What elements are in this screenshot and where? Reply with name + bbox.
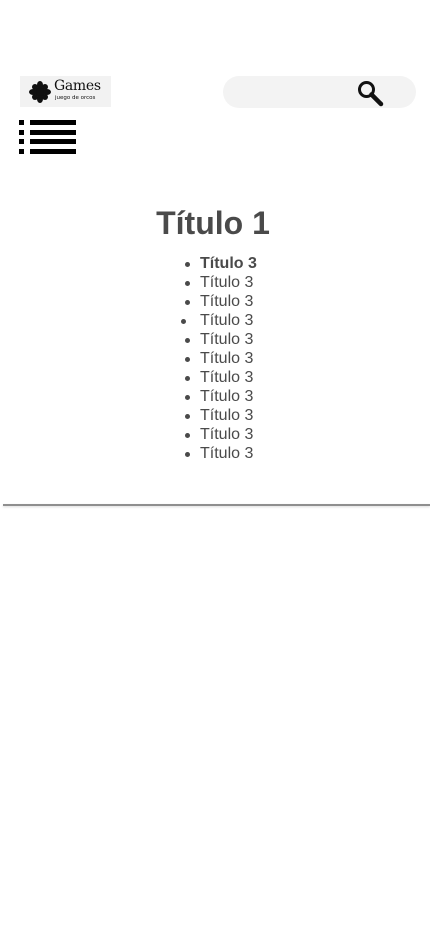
brand-logo[interactable]: Games juego de orcos <box>20 76 111 107</box>
list-item-label: Título 3 <box>200 255 257 272</box>
bullet <box>181 319 186 324</box>
list-item[interactable]: Título 3 <box>0 406 430 425</box>
bullet <box>185 262 190 267</box>
bullet <box>185 433 190 438</box>
bullet <box>185 357 190 362</box>
list-item-label: Título 3 <box>200 274 254 291</box>
title-list: Título 3 Título 3 Título 3 Título 3 Títu… <box>0 254 430 463</box>
bullet <box>185 281 190 286</box>
list-item-label: Título 3 <box>200 445 254 462</box>
page: Games juego de orcos Título 1 Título 3 T… <box>0 0 430 932</box>
list-item[interactable]: Título 3 <box>0 330 430 349</box>
list-item[interactable]: Título 3 <box>0 387 430 406</box>
list-item[interactable]: Título 3 <box>0 349 430 368</box>
list-item[interactable]: Título 3 <box>0 311 430 330</box>
list-item[interactable]: Título 3 <box>0 292 430 311</box>
list-item-label: Título 3 <box>200 312 254 329</box>
list-item-label: Título 3 <box>200 331 254 348</box>
bullet <box>185 300 190 305</box>
list-item[interactable]: Título 3 <box>0 425 430 444</box>
list-item-label: Título 3 <box>200 350 254 367</box>
list-item-label: Título 3 <box>200 388 254 405</box>
list-item[interactable]: Título 3 <box>0 444 430 463</box>
divider <box>3 504 430 506</box>
bullet <box>185 376 190 381</box>
list-item-label: Título 3 <box>200 407 254 424</box>
list-item-label: Título 3 <box>200 426 254 443</box>
list-item-label: Título 3 <box>200 369 254 386</box>
bullet <box>185 338 190 343</box>
search-icon[interactable] <box>356 79 384 107</box>
list-item[interactable]: Título 3 <box>0 273 430 292</box>
bullet <box>185 414 190 419</box>
list-item[interactable]: Título 3 <box>0 254 430 273</box>
list-menu-icon[interactable] <box>19 120 76 154</box>
search-input[interactable] <box>223 76 416 108</box>
logo-name: Games <box>54 78 101 94</box>
list-item[interactable]: Título 3 <box>0 368 430 387</box>
logo-tagline: juego de orcos <box>55 95 96 101</box>
list-item-label: Título 3 <box>200 293 254 310</box>
bullet <box>185 452 190 457</box>
page-title: Título 1 <box>156 205 270 241</box>
bullet <box>185 395 190 400</box>
flower-badge-icon <box>29 81 51 103</box>
